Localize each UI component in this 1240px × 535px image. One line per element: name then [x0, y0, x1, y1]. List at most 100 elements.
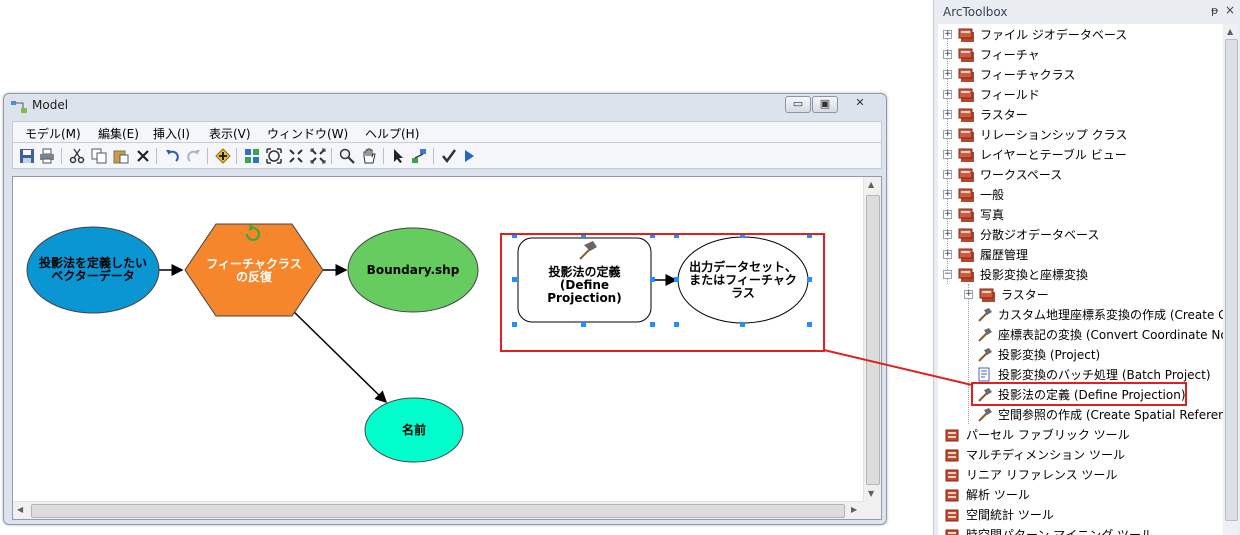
name-label: 名前 — [401, 422, 426, 437]
canvas-vertical-scrollbar[interactable]: ▲ ▼ — [863, 177, 881, 503]
model-title-bar[interactable]: Model ▭ ▣ ✕ — [4, 94, 886, 118]
scroll-up-arrow-icon[interactable]: ▲ — [868, 180, 874, 189]
toolbox-item[interactable]: 投影法の定義 (Define Projection) — [938, 385, 1223, 405]
menu-window[interactable]: ウィンドウ(W) — [267, 125, 348, 142]
toolbox-item[interactable]: + フィーチャ — [938, 45, 1223, 65]
toolbox-item[interactable]: + 写真 — [938, 205, 1223, 225]
paste-icon[interactable] — [113, 148, 129, 164]
toolbox-item-label: 解析 ツール — [966, 488, 1030, 502]
undo-icon[interactable] — [164, 148, 180, 164]
toolbox-item[interactable]: + フィーチャクラス — [938, 65, 1223, 85]
expand-icon[interactable]: + — [943, 130, 952, 139]
toolbox-item[interactable]: 空間統計 ツール — [938, 505, 1223, 525]
toolbox-item[interactable]: + ワークスペース — [938, 165, 1223, 185]
toolbox-item[interactable]: + リレーションシップ クラス — [938, 125, 1223, 145]
toolbox-icon — [958, 27, 975, 43]
delete-icon[interactable] — [135, 148, 151, 164]
toolbox-item[interactable]: カスタム地理座標系変換の作成 (Create Custom Geographic… — [938, 305, 1223, 325]
toolbar-separator — [433, 148, 434, 164]
canvas-horizontal-scrollbar[interactable]: ◀ ▶ — [13, 501, 864, 519]
expand-icon[interactable]: + — [943, 150, 952, 159]
expand-icon[interactable]: + — [943, 90, 952, 99]
scroll-corner — [864, 502, 881, 519]
toolbox-scrollbar[interactable]: ▲ — [1223, 24, 1239, 535]
validate-icon[interactable] — [441, 148, 457, 164]
boundary-label: Boundary.shp — [366, 262, 460, 277]
toolbox-item[interactable]: 座標表記の変換 (Convert Coordinate Notation) — [938, 325, 1223, 345]
menu-help[interactable]: ヘルプ(H) — [365, 125, 419, 142]
toolbox-item[interactable]: 投影変換のバッチ処理 (Batch Project) — [938, 365, 1223, 385]
output-label: 出力データセット、またはフィーチャクラス — [689, 259, 797, 300]
connect-icon[interactable] — [411, 148, 427, 164]
toolbox-item[interactable]: 時空間パターン マイニング ツール — [938, 525, 1223, 535]
save-icon[interactable] — [19, 148, 35, 164]
collapse-icon[interactable]: − — [943, 270, 952, 279]
select-icon[interactable] — [391, 148, 407, 164]
vertical-scroll-thumb[interactable] — [866, 195, 880, 485]
pan-icon[interactable] — [361, 148, 377, 164]
toolbox-item[interactable]: + ファイル ジオデータベース — [938, 25, 1223, 45]
toolbox-item[interactable]: + レイヤーとテーブル ビュー — [938, 145, 1223, 165]
toolbox-item-label: フィーチャ — [980, 48, 1040, 62]
expand-icon[interactable]: + — [943, 210, 952, 219]
print-icon[interactable] — [39, 148, 55, 164]
toolbox-item[interactable]: + フィールド — [938, 85, 1223, 105]
zoom-out-fixed-icon[interactable] — [310, 148, 326, 164]
run-icon[interactable] — [461, 148, 477, 164]
toolbox-item[interactable]: + ラスター — [938, 285, 1223, 305]
expand-icon[interactable]: + — [943, 70, 952, 79]
toolbox-scroll-thumb[interactable] — [1225, 39, 1238, 521]
toolbox-item-label: フィーチャクラス — [980, 68, 1076, 82]
scroll-up-arrow-icon[interactable]: ▲ — [1227, 27, 1233, 36]
menu-insert[interactable]: 挿入(I) — [153, 125, 190, 142]
zoom-icon[interactable] — [339, 148, 355, 164]
arctoolbox-header[interactable]: ArcToolbox ᵽ × — [934, 0, 1240, 24]
toolbox-item[interactable]: パーセル ファブリック ツール — [938, 425, 1223, 445]
expand-icon[interactable]: + — [943, 170, 952, 179]
minimize-button[interactable]: ▭ — [785, 96, 811, 113]
toolbox-icon — [958, 67, 975, 83]
toolbox-item[interactable]: − 投影変換と座標変換 — [938, 265, 1223, 285]
menu-bar: モデル(M) 編集(E) 挿入(I) 表示(V) ウィンドウ(W) ヘルプ(H) — [12, 121, 882, 143]
toolbox-item[interactable]: + 分散ジオデータベース — [938, 225, 1223, 245]
connector-iterator-name[interactable] — [288, 306, 388, 404]
toolbox-icon — [958, 267, 975, 283]
toolbox-item[interactable]: 投影変換 (Project) — [938, 345, 1223, 365]
horizontal-scroll-thumb[interactable] — [31, 504, 845, 518]
expand-icon[interactable]: + — [943, 230, 952, 239]
cut-icon[interactable] — [69, 148, 85, 164]
toolbox-item[interactable]: + 履歴管理 — [938, 245, 1223, 265]
arctoolbox-panel: ArcToolbox ᵽ × + ファイル ジオデータベース + フィーチャ + フィーチ… — [933, 0, 1240, 535]
menu-edit[interactable]: 編集(E) — [98, 125, 139, 142]
scroll-right-arrow-icon[interactable]: ▶ — [851, 505, 857, 514]
scroll-down-arrow-icon[interactable]: ▼ — [868, 489, 874, 498]
close-icon[interactable]: × — [1225, 3, 1235, 17]
toolbox-item[interactable]: 解析 ツール — [938, 485, 1223, 505]
expand-icon[interactable]: + — [964, 290, 973, 299]
model-canvas[interactable]: 投影法を定義したいベクターデータ フィーチャクラスの反復 Boundary.sh… — [12, 176, 882, 520]
zoom-in-fixed-icon[interactable] — [288, 148, 304, 164]
toolbox-item[interactable]: マルチディメンション ツール — [938, 445, 1223, 465]
auto-layout-icon[interactable] — [244, 148, 260, 164]
menu-model[interactable]: モデル(M) — [25, 125, 81, 142]
toolbox-icon — [979, 287, 996, 303]
scroll-left-arrow-icon[interactable]: ◀ — [17, 505, 23, 514]
expand-icon[interactable]: + — [943, 30, 952, 39]
redo-icon[interactable] — [186, 148, 202, 164]
maximize-button[interactable]: ▣ — [812, 96, 838, 113]
expand-icon[interactable]: + — [943, 110, 952, 119]
expand-icon[interactable]: + — [943, 250, 952, 259]
pin-icon[interactable]: ᵽ — [1211, 4, 1218, 17]
menu-view[interactable]: 表示(V) — [209, 125, 251, 142]
expand-icon[interactable]: + — [943, 50, 952, 59]
close-button[interactable]: ✕ — [839, 96, 881, 113]
add-data-icon[interactable] — [215, 148, 231, 164]
toolbox-item[interactable]: リニア リファレンス ツール — [938, 465, 1223, 485]
expand-icon[interactable]: + — [943, 190, 952, 199]
toolbox-item[interactable]: + 一般 — [938, 185, 1223, 205]
copy-icon[interactable] — [91, 148, 107, 164]
full-extent-icon[interactable] — [266, 148, 282, 164]
toolbox-item[interactable]: + ラスター — [938, 105, 1223, 125]
model-window: Model ▭ ▣ ✕ モデル(M) 編集(E) 挿入(I) 表示(V) ウィン… — [3, 93, 887, 525]
toolbox-item[interactable]: 空間参照の作成 (Create Spatial Reference) — [938, 405, 1223, 425]
